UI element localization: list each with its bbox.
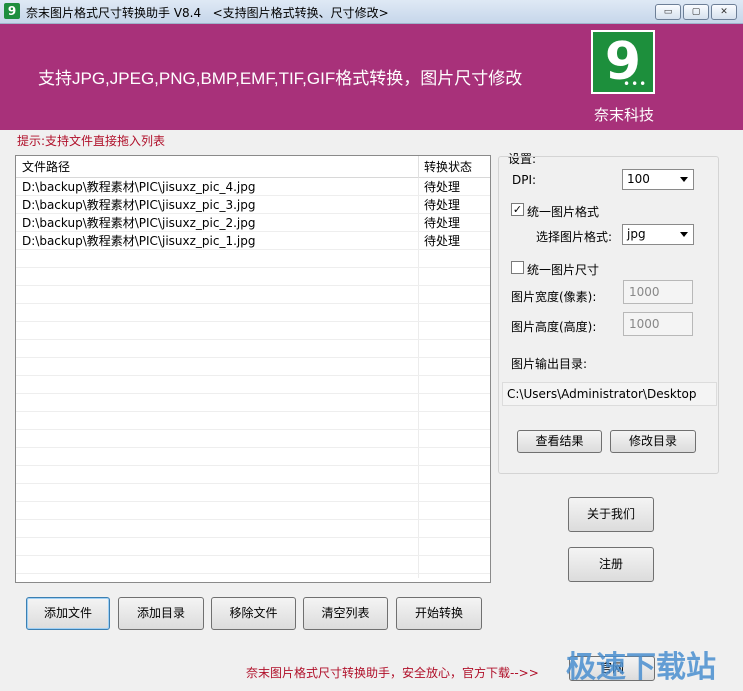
table-row xyxy=(16,412,490,430)
height-label: 图片高度(高度): xyxy=(511,320,597,334)
table-row xyxy=(16,394,490,412)
table-row xyxy=(16,556,490,574)
table-row xyxy=(16,520,490,538)
banner-slogan: 支持JPG,JPEG,PNG,BMP,EMF,TIF,GIF格式转换，图片尺寸修… xyxy=(38,69,523,88)
minimize-button[interactable]: ▭ xyxy=(655,4,681,20)
change-dir-button[interactable]: 修改目录 xyxy=(610,430,696,453)
width-input[interactable]: 1000 xyxy=(623,280,693,304)
file-path-cell: D:\backup\教程素材\PIC\jisuxz_pic_3.jpg xyxy=(22,198,256,212)
height-input[interactable]: 1000 xyxy=(623,312,693,336)
chevron-down-icon xyxy=(680,177,688,182)
dpi-label: DPI: xyxy=(512,173,537,187)
status-cell: 待处理 xyxy=(424,234,461,248)
about-us-button[interactable]: 关于我们 xyxy=(568,497,654,532)
table-row xyxy=(16,466,490,484)
width-label: 图片宽度(像素): xyxy=(511,290,597,304)
list-header: 文件路径 转换状态 xyxy=(16,156,490,178)
table-row xyxy=(16,250,490,268)
view-result-button[interactable]: 查看结果 xyxy=(517,430,602,453)
table-row xyxy=(16,268,490,286)
add-file-button[interactable]: 添加文件 xyxy=(26,597,110,630)
unify-format-label[interactable]: 统一图片格式 xyxy=(527,203,599,220)
app-icon: 9 xyxy=(4,3,20,19)
restore-button[interactable]: ▢ xyxy=(683,4,709,20)
status-cell: 待处理 xyxy=(424,198,461,212)
status-cell: 待处理 xyxy=(424,180,461,194)
table-row xyxy=(16,358,490,376)
table-row[interactable]: D:\backup\教程素材\PIC\jisuxz_pic_3.jpg 待处理 xyxy=(16,196,490,214)
footer-promo-text: 奈末图片格式尺寸转换助手，安全放心，官方下载-->> xyxy=(246,666,539,680)
file-path-cell: D:\backup\教程素材\PIC\jisuxz_pic_2.jpg xyxy=(22,216,256,230)
unify-size-label[interactable]: 统一图片尺寸 xyxy=(527,261,599,278)
column-header-path[interactable]: 文件路径 xyxy=(16,156,70,178)
unify-size-checkbox[interactable] xyxy=(511,261,524,274)
table-row[interactable]: D:\backup\教程素材\PIC\jisuxz_pic_4.jpg 待处理 xyxy=(16,178,490,196)
output-dir-field[interactable]: C:\Users\Administrator\Desktop xyxy=(502,382,717,406)
register-button[interactable]: 注册 xyxy=(568,547,654,582)
window-title-subtitle: <支持图片格式转换、尺寸修改> xyxy=(212,6,389,20)
column-header-status[interactable]: 转换状态 xyxy=(418,156,472,178)
close-button[interactable]: ✕ xyxy=(711,4,737,20)
add-dir-button[interactable]: 添加目录 xyxy=(118,597,204,630)
table-row xyxy=(16,304,490,322)
table-row[interactable]: D:\backup\教程素材\PIC\jisuxz_pic_2.jpg 待处理 xyxy=(16,214,490,232)
banner: 支持JPG,JPEG,PNG,BMP,EMF,TIF,GIF格式转换，图片尺寸修… xyxy=(0,24,743,130)
file-path-cell: D:\backup\教程素材\PIC\jisuxz_pic_1.jpg xyxy=(22,234,256,248)
company-logo: 9 ••• xyxy=(591,30,655,94)
chevron-down-icon xyxy=(680,232,688,237)
window-title: 奈末图片格式尺寸转换助手 V8.4 <支持图片格式转换、尺寸修改> xyxy=(26,4,389,21)
logo-dots: ••• xyxy=(623,77,648,91)
clear-list-button[interactable]: 清空列表 xyxy=(303,597,388,630)
table-row xyxy=(16,286,490,304)
logo-caption: 奈末科技 xyxy=(593,106,654,124)
table-row xyxy=(16,502,490,520)
watermark-logo: 极速下载站 xyxy=(566,650,716,685)
file-list[interactable]: 文件路径 转换状态 D:\backup\教程素材\PIC\jisuxz_pic_… xyxy=(15,155,491,583)
dpi-select[interactable]: 100 xyxy=(622,169,694,190)
select-format-label: 选择图片格式: xyxy=(536,230,613,244)
table-row xyxy=(16,538,490,556)
table-row xyxy=(16,376,490,394)
format-select[interactable]: jpg xyxy=(622,224,694,245)
start-convert-button[interactable]: 开始转换 xyxy=(396,597,482,630)
table-row xyxy=(16,322,490,340)
remove-file-button[interactable]: 移除文件 xyxy=(211,597,296,630)
table-row xyxy=(16,484,490,502)
dpi-select-value: 100 xyxy=(627,172,650,186)
unify-format-checkbox[interactable]: ✓ xyxy=(511,203,524,216)
output-dir-label: 图片输出目录: xyxy=(511,357,588,371)
table-row xyxy=(16,430,490,448)
table-row[interactable]: D:\backup\教程素材\PIC\jisuxz_pic_1.jpg 待处理 xyxy=(16,232,490,250)
status-cell: 待处理 xyxy=(424,216,461,230)
file-path-cell: D:\backup\教程素材\PIC\jisuxz_pic_4.jpg xyxy=(22,180,256,194)
table-row xyxy=(16,340,490,358)
format-select-value: jpg xyxy=(627,227,646,241)
drag-hint: 提示:支持文件直接拖入列表 xyxy=(17,134,166,148)
window-title-name: 奈末图片格式尺寸转换助手 V8.4 xyxy=(26,6,202,20)
table-row xyxy=(16,448,490,466)
